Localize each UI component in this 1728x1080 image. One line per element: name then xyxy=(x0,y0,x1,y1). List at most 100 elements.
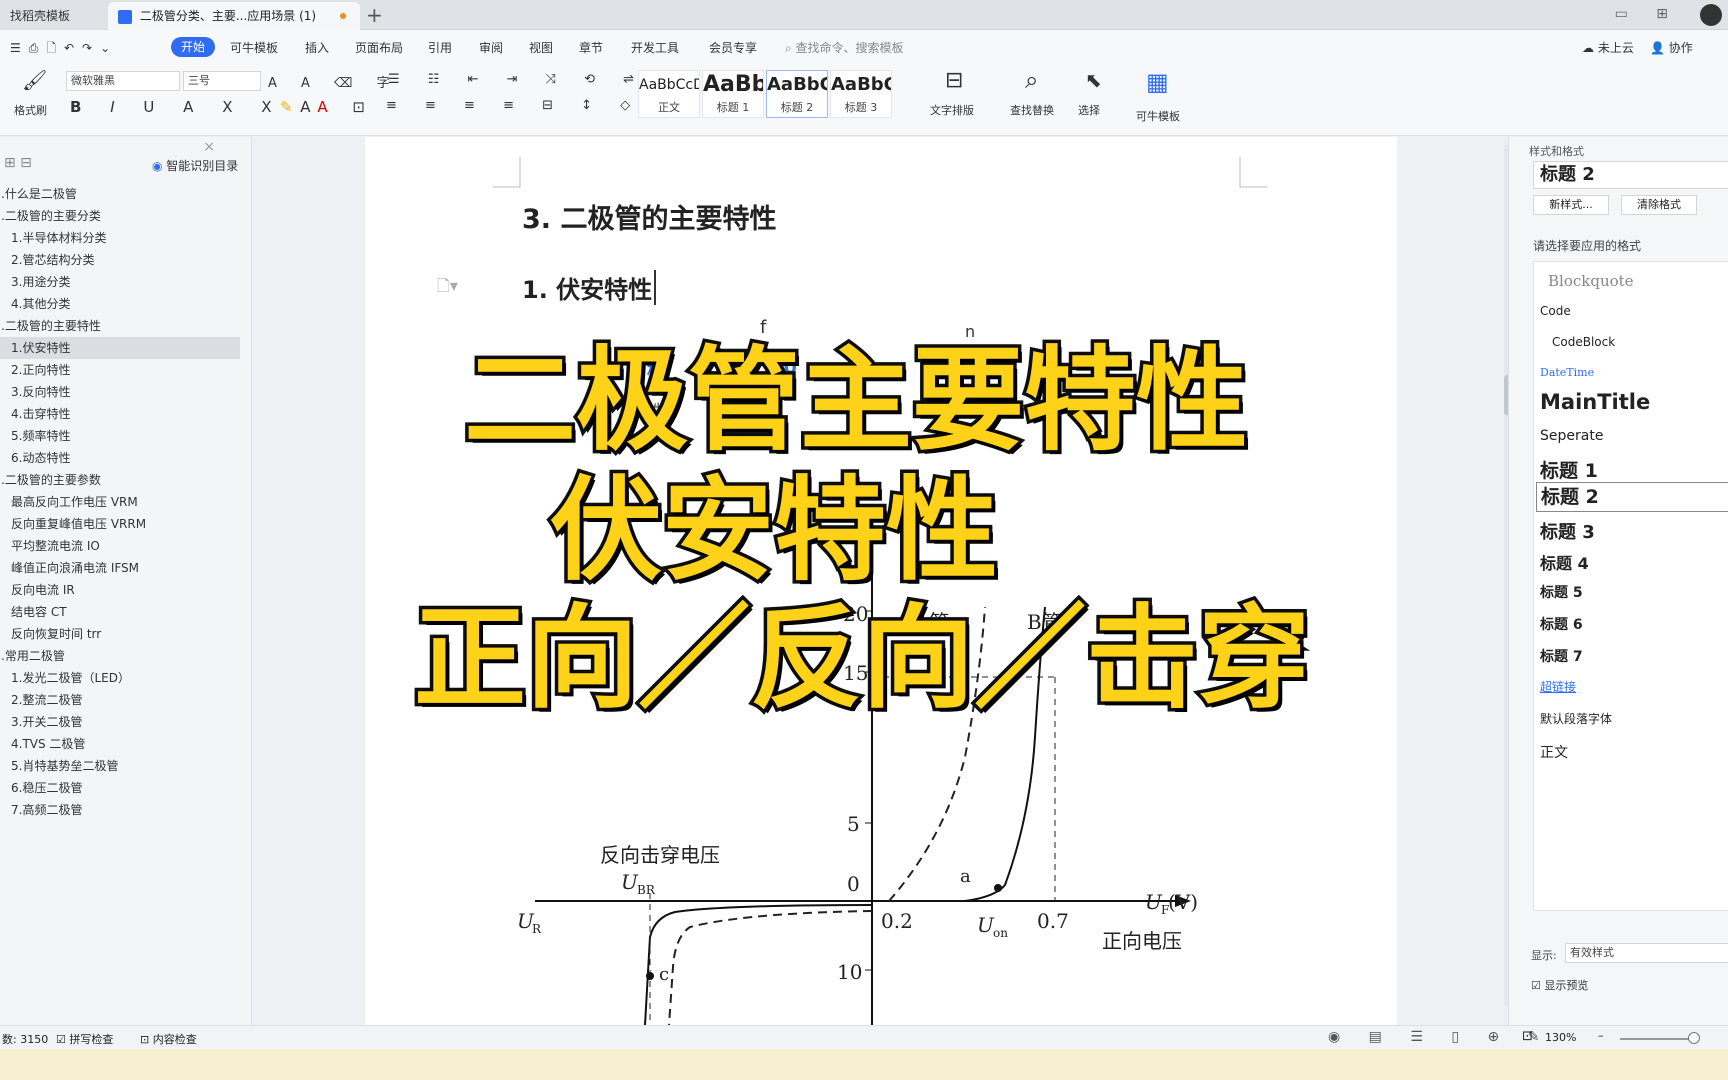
toc-item[interactable]: 1.半导体材料分类 xyxy=(0,227,240,249)
menu-references[interactable]: 引用 xyxy=(428,39,452,56)
toc-item[interactable]: 3.反向特性 xyxy=(0,381,240,403)
menu-devtools[interactable]: 开发工具 xyxy=(631,39,679,56)
style-item-hyperlink[interactable]: 超链接 xyxy=(1540,678,1576,695)
collab-button[interactable]: 👤 协作 xyxy=(1650,39,1693,56)
show-select[interactable]: 有效样式 xyxy=(1565,943,1728,963)
toc-item[interactable]: 平均整流电流 IO xyxy=(0,535,240,557)
toc-item[interactable]: .二极管的主要特性 xyxy=(0,315,240,337)
new-style-button[interactable]: 新样式... xyxy=(1533,195,1609,215)
toc-item[interactable]: 反向重复峰值电压 VRRM xyxy=(0,513,240,535)
style-item-default-font[interactable]: 默认段落字体 xyxy=(1540,710,1612,727)
zoom-level[interactable]: 130% xyxy=(1545,1031,1576,1044)
toc-item[interactable]: .什么是二极管 xyxy=(0,183,240,205)
zoom-slider-thumb[interactable] xyxy=(1688,1032,1700,1044)
toc-item[interactable]: 峰值正向浪涌电流 IFSM xyxy=(0,557,240,579)
menu-kaniu[interactable]: 可牛模板 xyxy=(230,39,278,56)
style-normal[interactable]: AaBbCcD 正文 xyxy=(638,70,700,118)
close-icon[interactable]: × xyxy=(203,139,215,155)
select-label[interactable]: 选择 xyxy=(1078,102,1100,118)
toc-item[interactable]: .二极管的主要参数 xyxy=(0,469,240,491)
spell-check-button[interactable]: ☑ 拼写检查 xyxy=(56,1031,113,1047)
toc-item[interactable]: 4.TVS 二极管 xyxy=(0,733,240,755)
font-size-select[interactable]: 三号 xyxy=(183,71,261,91)
expand-collapse-icons[interactable]: ⊞ ⊟ xyxy=(4,155,32,171)
toc-item[interactable]: 6.动态特性 xyxy=(0,447,240,469)
toc-item[interactable]: 2.正向特性 xyxy=(0,359,240,381)
text-layout-label[interactable]: 文字排版 xyxy=(930,102,974,118)
style-item-maintitle[interactable]: MainTitle xyxy=(1540,390,1650,414)
zoom-slider[interactable] xyxy=(1620,1038,1690,1040)
style-item-h7[interactable]: 标题 7 xyxy=(1540,646,1583,666)
fit-page-icon[interactable]: ⊡ xyxy=(1522,1029,1533,1044)
style-item-seperate[interactable]: Seperate xyxy=(1540,428,1603,444)
avatar[interactable] xyxy=(1700,4,1722,26)
style-heading-1[interactable]: AaBb 标题 1 xyxy=(702,70,764,118)
color-buttons[interactable]: ✎ A ⊡ xyxy=(280,98,375,116)
text-layout-icon[interactable]: ⊟ xyxy=(945,68,963,93)
template-label[interactable]: 可牛模板 xyxy=(1136,108,1180,124)
style-heading-2[interactable]: AaBbC 标题 2 xyxy=(766,70,828,118)
word-count[interactable]: 数: 3150 xyxy=(2,1031,48,1047)
window-controls[interactable]: ▭ ⊞ xyxy=(1615,6,1680,22)
tab-document[interactable]: 二极管分类、主要...应用场景 (1) xyxy=(108,2,360,30)
style-item-blockquote[interactable]: Blockquote xyxy=(1548,272,1634,290)
format-painter-icon[interactable]: 🖌 xyxy=(22,68,47,92)
menu-insert[interactable]: 插入 xyxy=(305,39,329,56)
template-icon[interactable]: ▦ xyxy=(1146,68,1169,96)
find-replace-label[interactable]: 查找替换 xyxy=(1010,102,1054,118)
menu-chapter[interactable]: 章节 xyxy=(579,39,603,56)
toc-item[interactable]: 5.肖特基势垒二极管 xyxy=(0,755,240,777)
menu-member[interactable]: 会员专享 xyxy=(709,39,757,56)
zoom-out-icon[interactable]: – xyxy=(1598,1029,1604,1042)
styles-panel-title[interactable]: 样式和格式 xyxy=(1529,143,1584,159)
toc-item[interactable]: 3.开关二极管 xyxy=(0,711,240,733)
style-item-h3[interactable]: 标题 3 xyxy=(1540,518,1595,544)
style-item-h1[interactable]: 标题 1 xyxy=(1540,456,1598,483)
toc-item[interactable]: 6.稳压二极管 xyxy=(0,777,240,799)
toc-item[interactable]: 反向电流 IR xyxy=(0,579,240,601)
toc-item[interactable]: 5.频率特性 xyxy=(0,425,240,447)
view-mode-icons[interactable]: ◉ ▤ ☰ ▯ ⊕ ✎ xyxy=(1328,1029,1551,1045)
select-icon[interactable]: ⬉ xyxy=(1085,68,1102,92)
style-item-normal[interactable]: 正文 xyxy=(1540,742,1568,762)
style-item-h5[interactable]: 标题 5 xyxy=(1540,582,1583,602)
toc-item[interactable]: 1.发光二极管（LED） xyxy=(0,667,240,689)
menu-review[interactable]: 审阅 xyxy=(479,39,503,56)
toc-item[interactable]: 4.击穿特性 xyxy=(0,403,240,425)
toc-item[interactable]: 2.整流二极管 xyxy=(0,689,240,711)
command-search[interactable]: ⌕ 查找命令、搜索模板 xyxy=(785,39,904,56)
toc-item[interactable]: .二极管的主要分类 xyxy=(0,205,240,227)
style-item-h4[interactable]: 标题 4 xyxy=(1540,550,1589,574)
clear-format-button[interactable]: 清除格式 xyxy=(1621,195,1697,215)
menu-start[interactable]: 开始 xyxy=(171,37,215,57)
format-painter-label[interactable]: 格式刷 xyxy=(14,102,47,118)
toc-item[interactable]: 3.用途分类 xyxy=(0,271,240,293)
current-style-field[interactable]: 标题 2 xyxy=(1533,161,1728,189)
toc-item[interactable]: 7.高频二极管 xyxy=(0,799,240,821)
document-page[interactable]: 3. 二极管的主要特性 🗋▾ 1. 伏安特性 f n 横 U 性 A管 B管 2… xyxy=(365,137,1397,1025)
menu-layout[interactable]: 页面布局 xyxy=(355,39,403,56)
content-check-button[interactable]: ⊡ 内容检查 xyxy=(140,1031,197,1047)
tab-template[interactable]: 找稻壳模板 xyxy=(0,2,104,30)
quick-access-icons[interactable]: ☰⎙🗋↶↷⌄ xyxy=(10,39,118,60)
style-item-h6[interactable]: 标题 6 xyxy=(1540,614,1583,634)
toc-item[interactable]: 最高反向工作电压 VRM xyxy=(0,491,240,513)
menu-view[interactable]: 视图 xyxy=(529,39,553,56)
toc-item[interactable]: 2.管芯结构分类 xyxy=(0,249,240,271)
style-item-datetime[interactable]: DateTime xyxy=(1540,366,1594,379)
find-replace-icon[interactable]: ⌕ xyxy=(1025,66,1038,94)
align-buttons[interactable]: ≡ ≡ ≡ ≡ ⊟ ↕ ◇ ⊞ xyxy=(386,98,681,113)
preview-checkbox[interactable]: ☑ 显示预览 xyxy=(1531,977,1588,993)
style-heading-3[interactable]: AaBbC 标题 3 xyxy=(830,70,892,118)
toc-item[interactable]: .常用二极管 xyxy=(0,645,240,667)
toc-item[interactable]: 4.其他分类 xyxy=(0,293,240,315)
cloud-status[interactable]: ☁ 未上云 xyxy=(1582,39,1634,56)
smart-toc-button[interactable]: ◉ 智能识别目录 xyxy=(152,157,238,174)
style-item-codeblock[interactable]: CodeBlock xyxy=(1552,335,1615,349)
new-tab-button[interactable]: + xyxy=(366,2,383,28)
toc-item[interactable]: 1.伏安特性 xyxy=(0,337,240,359)
toc-item[interactable]: 结电容 CT xyxy=(0,601,240,623)
font-name-select[interactable]: 微软雅黑 xyxy=(66,71,180,91)
toc-item[interactable]: 反向恢复时间 trr xyxy=(0,623,240,645)
style-item-code[interactable]: Code xyxy=(1540,304,1571,318)
